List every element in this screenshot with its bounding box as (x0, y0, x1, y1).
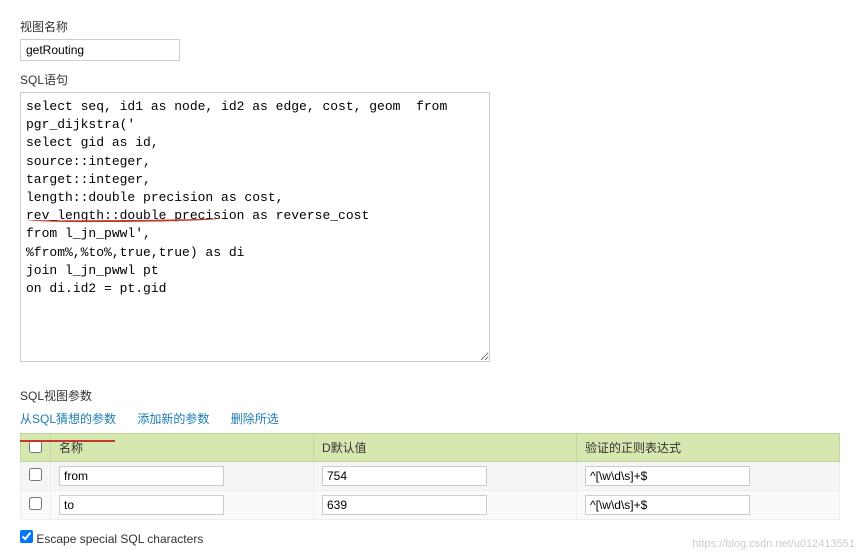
table-header-row: 名称 D默认值 验证的正则表达式 (21, 434, 840, 462)
escape-checkbox[interactable] (20, 530, 33, 543)
view-name-section: 视图名称 (20, 18, 843, 61)
escape-label-wrapper[interactable]: Escape special SQL characters (20, 532, 203, 546)
params-links-row: 从SQL猜想的参数 添加新的参数 删除所选 (20, 410, 843, 427)
header-regex: 验证的正则表达式 (577, 434, 840, 462)
param-regex-input[interactable] (585, 495, 750, 515)
view-name-input[interactable] (20, 39, 180, 61)
params-table: 名称 D默认值 验证的正则表达式 (20, 433, 840, 520)
sql-textarea[interactable] (20, 92, 490, 362)
remove-selected-link[interactable]: 删除所选 (231, 412, 279, 426)
table-row (21, 462, 840, 491)
header-name: 名称 (51, 434, 314, 462)
sql-statement-label: SQL语句 (20, 71, 843, 88)
param-name-input[interactable] (59, 466, 224, 486)
watermark-text: https://blog.csdn.net/u012413551 (692, 538, 855, 550)
row-checkbox[interactable] (29, 468, 42, 481)
select-all-checkbox[interactable] (29, 440, 42, 453)
param-default-input[interactable] (322, 495, 487, 515)
row-checkbox[interactable] (29, 497, 42, 510)
table-row (21, 491, 840, 520)
sql-statement-section: SQL语句 (20, 71, 843, 365)
param-default-input[interactable] (322, 466, 487, 486)
add-param-link[interactable]: 添加新的参数 (137, 412, 209, 426)
view-name-label: 视图名称 (20, 18, 843, 35)
header-default: D默认值 (314, 434, 577, 462)
sql-params-label: SQL视图参数 (20, 387, 843, 404)
param-name-input[interactable] (59, 495, 224, 515)
params-table-body (21, 462, 840, 520)
guess-params-link[interactable]: 从SQL猜想的参数 (20, 412, 116, 426)
param-regex-input[interactable] (585, 466, 750, 486)
escape-label-text: Escape special SQL characters (36, 532, 203, 546)
header-checkbox-cell (21, 434, 51, 462)
